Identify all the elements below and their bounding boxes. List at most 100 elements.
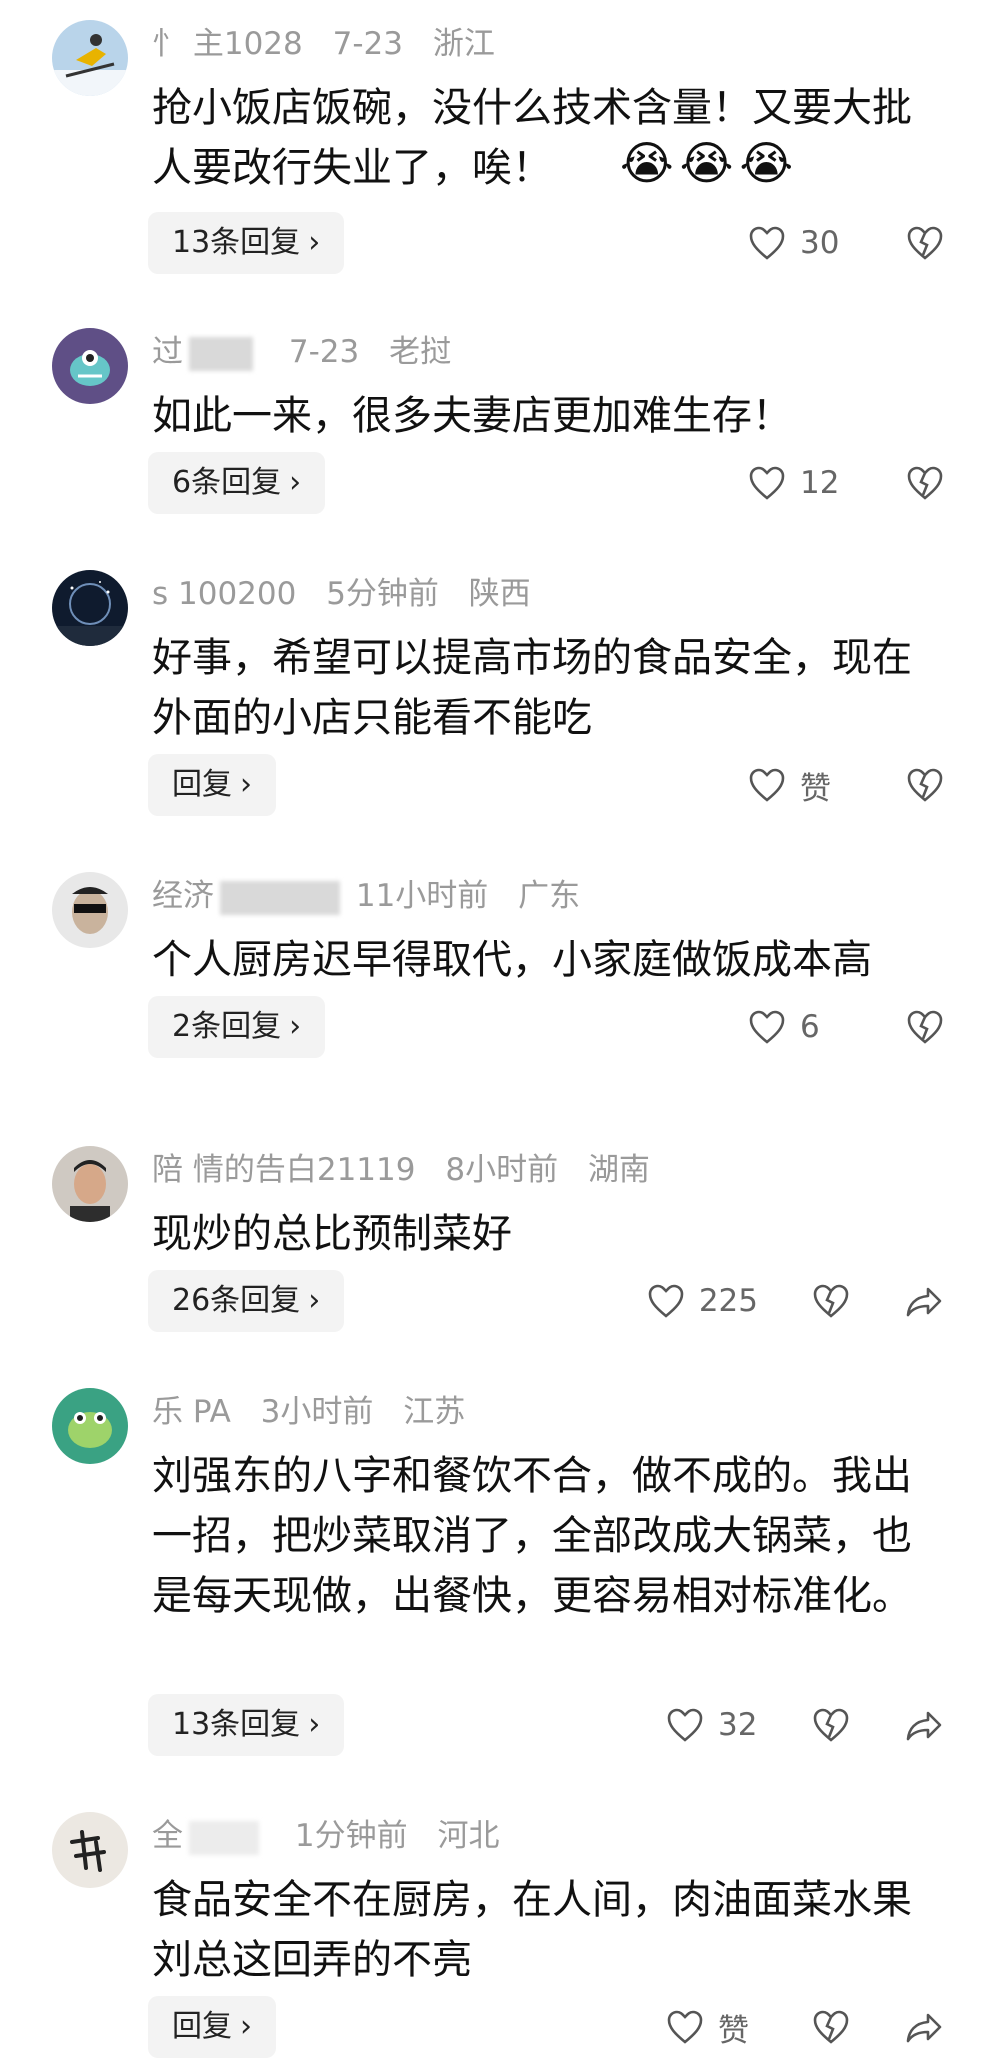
- heart-icon: [748, 767, 786, 803]
- dislike-button[interactable]: [906, 465, 944, 501]
- crying-laughing-emoji-icon: 😭: [679, 136, 734, 190]
- like-button[interactable]: 225: [647, 1283, 758, 1319]
- dislike-button[interactable]: [906, 767, 944, 803]
- comment-date: 3小时前: [260, 1394, 374, 1430]
- avatar[interactable]: [52, 1146, 128, 1222]
- broken-heart-icon: [812, 2009, 850, 2045]
- comment-actions: 6: [748, 996, 944, 1058]
- comments-screen: { "comments": [ { "user": "忄 主1028", "da…: [0, 0, 984, 2058]
- redaction-blur: [189, 1820, 259, 1855]
- comment-text: 抢小饭店饭碗，没什么技术含量！又要大批人要改行失业了，唉！: [152, 85, 912, 191]
- emoji-row: 😭 😭 😭: [620, 136, 799, 190]
- redaction-blur: [220, 880, 340, 915]
- comment-text: 好事，希望可以提高市场的食品安全，现在外面的小店只能看不能吃: [152, 635, 912, 741]
- redaction-blur: [189, 336, 253, 371]
- heart-icon: [666, 2009, 704, 2045]
- view-replies-button[interactable]: 2条回复 ›: [148, 996, 326, 1058]
- frog-avatar-icon: [52, 1388, 128, 1464]
- sunglasses-avatar-icon: [52, 872, 128, 948]
- username[interactable]: 全: [152, 1818, 183, 1854]
- like-button[interactable]: 6: [748, 1009, 840, 1045]
- dislike-button[interactable]: [812, 1283, 850, 1319]
- comment-actions: 225: [647, 1270, 944, 1332]
- dislike-button[interactable]: [906, 225, 944, 261]
- heart-icon: [666, 1707, 704, 1743]
- view-replies-button[interactable]: 26条回复 ›: [148, 1270, 345, 1332]
- avatar[interactable]: [52, 328, 128, 404]
- username[interactable]: 乐 PA: [152, 1394, 231, 1430]
- comment-location: 广东: [518, 878, 581, 914]
- comment-meta: s 100200 5分钟前 陕西: [152, 574, 531, 614]
- share-button[interactable]: [904, 1707, 944, 1743]
- comment-meta: 忄 主1028 7-23 浙江: [152, 24, 495, 64]
- comment-date: 1分钟前: [294, 1818, 408, 1854]
- calligraphy-avatar-icon: [52, 1812, 128, 1888]
- reply-button[interactable]: 回复 ›: [148, 754, 276, 816]
- comment-text: 食品安全不在厨房，在人间，肉油面菜水果刘总这回弄的不亮: [152, 1877, 912, 1983]
- comment-location: 浙江: [432, 26, 495, 62]
- night-sky-avatar-icon: [52, 570, 128, 646]
- comment-meta: 陪 情的告白21119 8小时前 湖南: [152, 1150, 650, 1190]
- avatar[interactable]: [52, 20, 128, 96]
- chevron-right-icon: ›: [308, 1707, 321, 1742]
- username[interactable]: 陪 情的告白21119: [152, 1152, 415, 1188]
- like-button[interactable]: 32: [666, 1707, 758, 1743]
- username[interactable]: 经济: [152, 878, 214, 914]
- broken-heart-icon: [906, 465, 944, 501]
- comment-location: 陕西: [468, 576, 531, 612]
- like-count: 6: [800, 1009, 820, 1045]
- avatar[interactable]: [52, 1812, 128, 1888]
- avatar[interactable]: [52, 570, 128, 646]
- like-label: 赞: [800, 770, 831, 807]
- crying-laughing-emoji-icon: 😭: [620, 136, 674, 190]
- cartoon-avatar-icon: [52, 328, 128, 404]
- dislike-button[interactable]: [812, 1707, 850, 1743]
- chevron-right-icon: ›: [289, 1009, 302, 1044]
- share-arrow-icon: [904, 1707, 944, 1743]
- heart-icon: [748, 225, 786, 261]
- comment-meta: 过 7-23 老挝: [152, 332, 451, 372]
- like-button[interactable]: 赞: [666, 2005, 758, 2050]
- broken-heart-icon: [906, 767, 944, 803]
- like-count: 12: [800, 465, 840, 501]
- comment-actions: 12: [748, 452, 944, 514]
- view-replies-button[interactable]: 13条回复 ›: [148, 1694, 345, 1756]
- dislike-button[interactable]: [812, 2009, 850, 2045]
- like-count: 225: [698, 1283, 758, 1319]
- comment-text: 刘强东的八字和餐饮不合，做不成的。我出一招，把炒菜取消了，全部改成大锅菜，也是每…: [152, 1453, 912, 1619]
- like-button[interactable]: 12: [748, 465, 840, 501]
- like-label: 赞: [718, 2012, 749, 2049]
- view-replies-button[interactable]: 13条回复 ›: [148, 212, 345, 274]
- heart-icon: [748, 1009, 786, 1045]
- broken-heart-icon: [906, 1009, 944, 1045]
- comment-location: 老挝: [389, 334, 452, 370]
- comment-meta: 乐 PA 3小时前 江苏: [152, 1392, 465, 1432]
- comment-date: 5分钟前: [326, 576, 439, 612]
- chevron-right-icon: ›: [240, 767, 252, 802]
- comment-text: 现炒的总比预制菜好: [152, 1211, 512, 1257]
- comment-date: 7-23: [288, 334, 360, 370]
- comment-actions: 赞: [748, 754, 944, 816]
- share-button[interactable]: [904, 2009, 944, 2045]
- skier-avatar-icon: [52, 20, 128, 96]
- like-count: 30: [800, 225, 840, 261]
- avatar[interactable]: [52, 1388, 128, 1464]
- broken-heart-icon: [906, 225, 944, 261]
- like-button[interactable]: 赞: [748, 763, 840, 808]
- username[interactable]: 过: [152, 334, 183, 370]
- comment-location: 江苏: [403, 1394, 466, 1430]
- man-portrait-avatar-icon: [52, 1146, 128, 1222]
- like-button[interactable]: 30: [748, 225, 840, 261]
- heart-icon: [748, 465, 786, 501]
- avatar[interactable]: [52, 872, 128, 948]
- comment-location: 河北: [437, 1818, 500, 1854]
- share-arrow-icon: [904, 2009, 944, 2045]
- view-replies-button[interactable]: 6条回复 ›: [148, 452, 326, 514]
- broken-heart-icon: [812, 1283, 850, 1319]
- username[interactable]: 忄 主1028: [152, 26, 303, 62]
- username[interactable]: s 100200: [152, 576, 296, 612]
- share-button[interactable]: [904, 1283, 944, 1319]
- chevron-right-icon: ›: [240, 2009, 252, 2044]
- reply-button[interactable]: 回复 ›: [148, 1996, 276, 2058]
- dislike-button[interactable]: [906, 1009, 944, 1045]
